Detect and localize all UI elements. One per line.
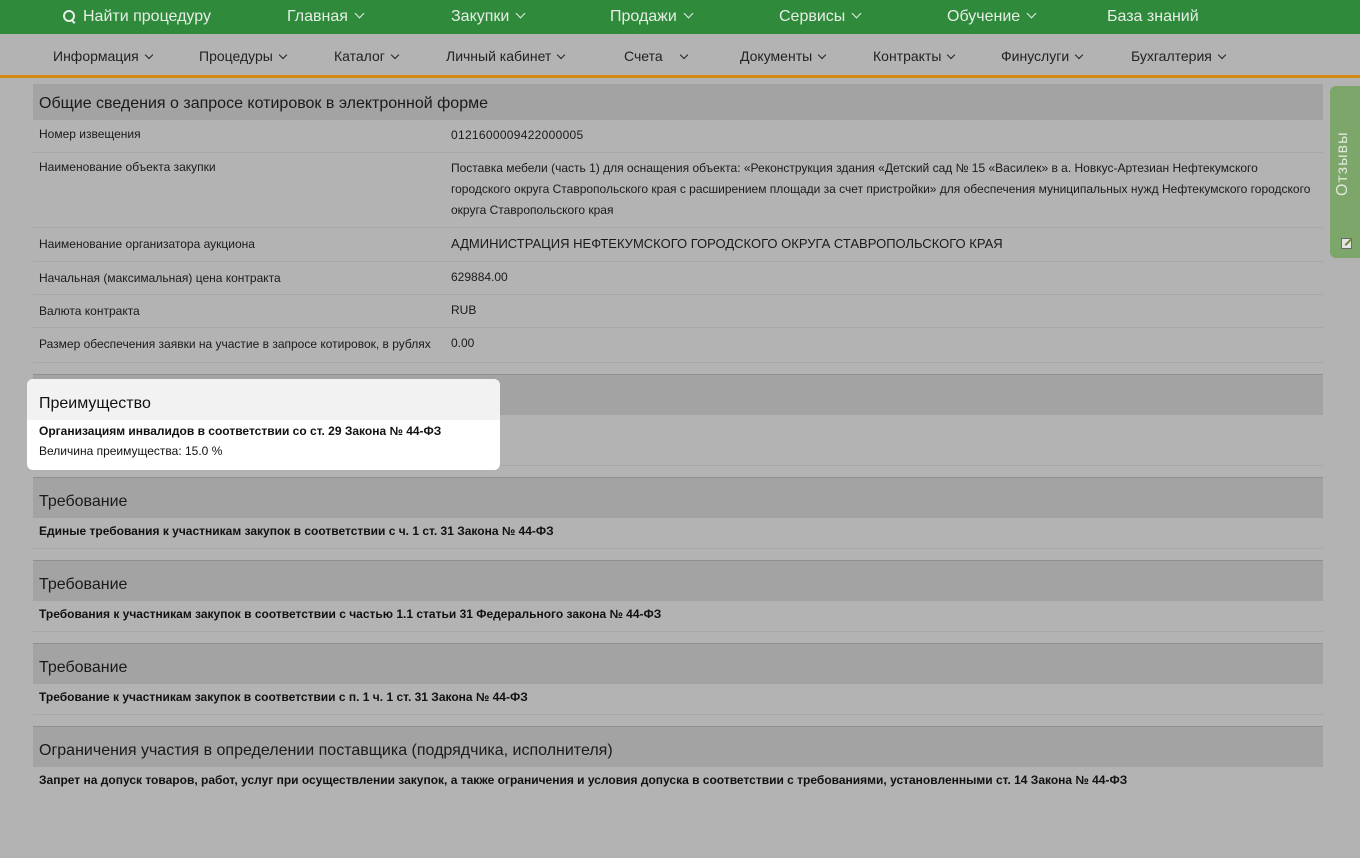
subnav-item-catalog[interactable]: Каталог <box>334 34 400 78</box>
requirement-section: Требование Единые требования к участника… <box>33 477 1323 549</box>
advantage-title: Преимущество <box>27 379 500 420</box>
field-value: Поставка мебели (часть 1) для оснащения … <box>451 161 1311 217</box>
chevron-down-icon <box>557 50 566 60</box>
nav-item-label: Главная <box>287 8 348 25</box>
chevron-down-icon <box>1026 8 1037 19</box>
subnav-item-procedures[interactable]: Процедуры <box>199 34 288 78</box>
nav-item-sales[interactable]: Продажи <box>610 0 694 34</box>
chevron-down-icon <box>390 50 400 60</box>
feedback-tab-label: Отзывы <box>1334 131 1351 196</box>
edit-icon <box>1341 238 1352 249</box>
field-label: Валюта контракта <box>39 304 140 318</box>
top-navigation: Найти процедуру Главная Закупки Продажи … <box>0 0 1360 34</box>
subnav-item-label: Счета <box>624 48 663 64</box>
chevron-down-icon <box>851 8 862 19</box>
general-section-title: Общие сведения о запросе котировок в эле… <box>33 84 1323 120</box>
requirement-title: Требование <box>33 644 1323 684</box>
advantage-value: Величина преимущества: 15.0 % <box>39 444 223 458</box>
restrictions-title: Ограничения участия в определении постав… <box>33 727 1323 767</box>
table-row: Номер извещения 0121600009422000005 <box>33 120 1323 153</box>
chevron-down-icon <box>683 8 694 19</box>
chevron-down-icon <box>1217 50 1227 60</box>
chevron-down-icon <box>679 50 688 60</box>
field-label: Начальная (максимальная) цена контракта <box>39 271 281 285</box>
chevron-down-icon <box>817 50 827 60</box>
nav-item-main[interactable]: Главная <box>287 0 365 34</box>
find-procedure-link[interactable]: Найти процедуру <box>63 0 211 34</box>
secondary-navigation: Информация Процедуры Каталог Личный каби… <box>0 34 1360 78</box>
subnav-item-label: Финуслуги <box>1001 48 1070 64</box>
requirement-section: Требование Требование к участникам закуп… <box>33 643 1323 715</box>
nav-item-label: База знаний <box>1107 8 1199 25</box>
field-value: 629884.00 <box>451 270 508 284</box>
table-row: Размер обеспечения заявки на участие в з… <box>33 328 1323 363</box>
subnav-item-label: Процедуры <box>199 48 273 64</box>
subnav-item-label: Каталог <box>334 48 385 64</box>
field-value: 0121600009422000005 <box>451 128 584 142</box>
subnav-item-label: Личный кабинет <box>446 48 552 64</box>
find-procedure-label: Найти процедуру <box>83 8 211 25</box>
subnav-item-invoices[interactable]: Счета <box>624 34 688 78</box>
feedback-tab[interactable]: Отзывы <box>1330 86 1360 258</box>
field-value: RUB <box>451 303 477 317</box>
requirement-section: Требование Требования к участникам закуп… <box>33 560 1323 632</box>
field-label: Наименование объекта закупки <box>39 160 216 174</box>
subnav-item-documents[interactable]: Документы <box>740 34 827 78</box>
table-row: Наименование организатора аукциона АДМИН… <box>33 228 1323 262</box>
table-row: Наименование объекта закупки Поставка ме… <box>33 153 1323 228</box>
table-row: Начальная (максимальная) цена контракта … <box>33 262 1323 295</box>
nav-item-label: Обучение <box>947 8 1021 25</box>
subnav-item-label: Контракты <box>873 48 942 64</box>
advantage-highlight: Преимущество Организациям инвалидов в со… <box>27 379 500 470</box>
chevron-down-icon <box>515 8 526 19</box>
field-label: Наименование организатора аукциона <box>39 237 255 251</box>
subnav-item-account[interactable]: Личный кабинет <box>446 34 566 78</box>
nav-item-services[interactable]: Сервисы <box>779 0 862 34</box>
nav-item-knowledge-base[interactable]: База знаний <box>1107 0 1199 34</box>
advantage-description: Организациям инвалидов в соответствии со… <box>39 424 442 438</box>
subnav-item-finservices[interactable]: Финуслуги <box>1001 34 1084 78</box>
nav-item-learning[interactable]: Обучение <box>947 0 1037 34</box>
restrictions-text: Запрет на допуск товаров, работ, услуг п… <box>39 773 1128 787</box>
nav-item-purchases[interactable]: Закупки <box>451 0 526 34</box>
chevron-down-icon <box>144 50 153 60</box>
field-label: Размер обеспечения заявки на участие в з… <box>39 337 431 351</box>
field-label: Номер извещения <box>39 127 141 141</box>
requirement-text: Единые требования к участникам закупок в… <box>33 518 1323 549</box>
requirement-title: Требование <box>33 478 1323 518</box>
nav-item-label: Закупки <box>451 8 510 25</box>
chevron-down-icon <box>278 50 288 60</box>
restrictions-section: Ограничения участия в определении постав… <box>33 726 1323 797</box>
subnav-item-information[interactable]: Информация <box>53 34 153 78</box>
chevron-down-icon <box>1074 50 1084 60</box>
nav-item-label: Сервисы <box>779 8 846 25</box>
field-value: 0.00 <box>451 336 475 350</box>
subnav-item-label: Документы <box>740 48 813 64</box>
search-icon <box>63 10 75 22</box>
subnav-item-label: Бухгалтерия <box>1131 48 1212 64</box>
requirement-text: Требование к участникам закупок в соотве… <box>33 684 1323 715</box>
requirement-title: Требование <box>33 561 1323 601</box>
nav-item-label: Продажи <box>610 8 677 25</box>
subnav-item-accounting[interactable]: Бухгалтерия <box>1131 34 1227 78</box>
subnav-item-contracts[interactable]: Контракты <box>873 34 956 78</box>
field-value: АДМИНИСТРАЦИЯ НЕФТЕКУМСКОГО ГОРОДСКОГО О… <box>451 236 1003 251</box>
chevron-down-icon <box>947 50 956 60</box>
subnav-item-label: Информация <box>53 48 139 64</box>
requirement-text: Требования к участникам закупок в соотве… <box>33 601 1323 632</box>
table-row: Валюта контракта RUB <box>33 295 1323 328</box>
chevron-down-icon <box>354 8 365 19</box>
